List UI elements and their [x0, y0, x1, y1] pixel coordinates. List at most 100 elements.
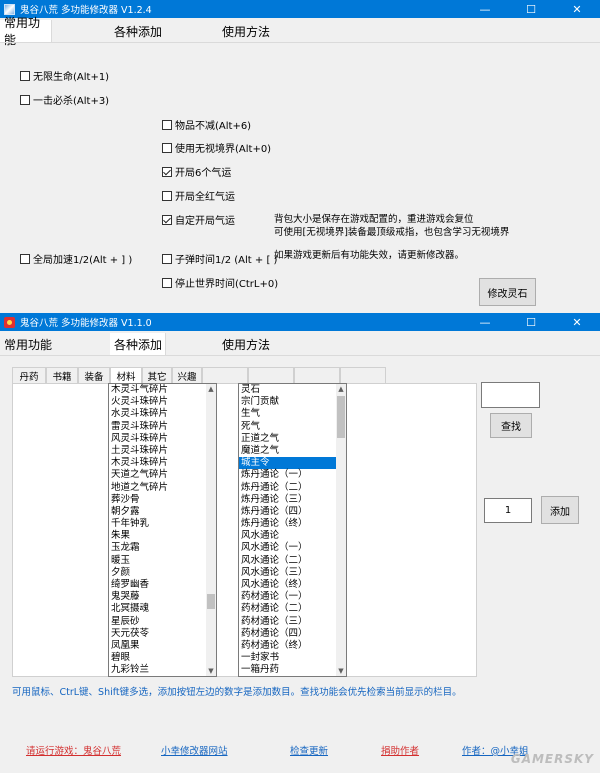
checkbox[interactable]	[20, 70, 30, 81]
modify-spirit-stone-button[interactable]: 修改灵石	[479, 278, 536, 306]
list-item[interactable]: 朝夕露	[109, 506, 216, 518]
list-item[interactable]: 土灵斗珠碎片	[109, 445, 216, 457]
checkbox[interactable]	[20, 94, 30, 105]
list-item[interactable]: 凤凰果	[109, 640, 216, 652]
list-item[interactable]: 灵石	[239, 384, 346, 396]
option-all-red-fortunes[interactable]: 开局全红气运	[162, 188, 235, 203]
search-input[interactable]	[481, 382, 540, 408]
list-item[interactable]: 风水通论	[239, 530, 346, 542]
scroll-up-icon[interactable]: ▲	[206, 384, 216, 394]
list-item[interactable]: 一箱丹药	[239, 664, 346, 676]
add-button[interactable]: 添加	[541, 496, 579, 524]
others-list[interactable]: 灵石 宗门贡献 生气 死气 正道之气 魔道之气 城主令 炼丹通论（一） 炼丹通论（二） 炼丹通论（…	[238, 383, 347, 677]
list-item[interactable]: 城主令	[239, 457, 346, 470]
option-six-fortunes[interactable]: 开局6个气运	[162, 164, 231, 179]
list-item[interactable]: 正道之气	[239, 433, 346, 445]
list-item[interactable]: 药材通论（终）	[239, 640, 346, 652]
list-item[interactable]: 千年钟乳	[109, 518, 216, 530]
list-item[interactable]: 炼丹通论（二）	[239, 482, 346, 494]
option-ignore-realm[interactable]: 使用无视境界(Alt+0)	[162, 140, 271, 155]
list-item[interactable]: 炼丹通论（终）	[239, 518, 346, 530]
subtab-pills[interactable]: 丹药	[12, 367, 46, 383]
list-item[interactable]: 地道之气碎片	[109, 482, 216, 494]
option-items-no-decrease[interactable]: 物品不减(Alt+6)	[162, 117, 251, 132]
list-item[interactable]: 雷灵斗珠碎片	[109, 421, 216, 433]
quantity-input[interactable]: 1	[484, 498, 532, 523]
list-item[interactable]: 风水通论（三）	[239, 567, 346, 579]
list-item[interactable]: 宗门贡献	[239, 396, 346, 408]
minimize-icon[interactable]: —	[462, 0, 508, 18]
list-item[interactable]: 魔道之气	[239, 445, 346, 457]
option-stop-world-time[interactable]: 停止世界时间(CtrL+0)	[162, 275, 278, 290]
list-item[interactable]: 水灵斗珠碎片	[109, 408, 216, 420]
list-item[interactable]: 一封家书	[239, 652, 346, 664]
list-item[interactable]: 风水通论（终）	[239, 579, 346, 591]
list-item[interactable]: 朱果	[109, 530, 216, 542]
list-item[interactable]: 绮罗幽香	[109, 579, 216, 591]
option-custom-fortunes[interactable]: 自定开局气运	[162, 212, 235, 227]
list-item[interactable]: 风灵斗珠碎片	[109, 433, 216, 445]
search-button[interactable]: 查找	[490, 413, 532, 438]
checkbox[interactable]	[162, 190, 172, 201]
scroll-up-icon[interactable]: ▲	[336, 384, 346, 394]
list-item[interactable]: 死气	[239, 421, 346, 433]
scroll-thumb[interactable]	[337, 396, 345, 438]
checkbox[interactable]	[162, 253, 172, 264]
tab-common[interactable]: 常用功能	[0, 16, 52, 47]
list-item[interactable]: 风水通论（二）	[239, 555, 346, 567]
maximize-icon[interactable]: ☐	[508, 0, 554, 18]
option-one-hit-kill[interactable]: 一击必杀(Alt+3)	[20, 92, 109, 107]
checkbox[interactable]	[162, 277, 172, 288]
list-item[interactable]: 炼丹通论（四）	[239, 506, 346, 518]
scroll-down-icon[interactable]: ▼	[206, 666, 216, 676]
tab-usage[interactable]: 使用方法	[218, 333, 278, 355]
list-item[interactable]: 药材通论（三）	[239, 616, 346, 628]
materials-list[interactable]: 木灵斗气碎片 火灵斗珠碎片 水灵斗珠碎片 雷灵斗珠碎片 风灵斗珠碎片 土灵斗珠碎片 木灵斗珠…	[108, 383, 217, 677]
donate-link[interactable]: 捐助作者	[381, 743, 419, 757]
list-item[interactable]: 九彩铃兰	[109, 664, 216, 676]
list-item[interactable]: 碧眼	[109, 652, 216, 664]
subtab-equipment[interactable]: 装备	[78, 367, 110, 383]
list-item[interactable]: 鬼哭藤	[109, 591, 216, 603]
scroll-thumb[interactable]	[207, 594, 215, 609]
close-icon[interactable]: ✕	[554, 0, 600, 18]
tab-add[interactable]: 各种添加	[110, 20, 170, 42]
checkbox[interactable]	[20, 253, 30, 264]
subtab-books[interactable]: 书籍	[46, 367, 78, 383]
checkbox-checked[interactable]	[162, 214, 172, 225]
check-update-link[interactable]: 检查更新	[290, 743, 328, 757]
list-item[interactable]: 北冥摄魂	[109, 603, 216, 615]
list-item[interactable]: 药材通论（一）	[239, 591, 346, 603]
option-global-speed[interactable]: 全局加速1/2(Alt + ] )	[20, 251, 132, 266]
list-item[interactable]: 暖玉	[109, 555, 216, 567]
maximize-icon[interactable]: ☐	[508, 313, 554, 331]
website-link[interactable]: 小幸修改器网站	[161, 743, 228, 757]
close-icon[interactable]: ✕	[554, 313, 600, 331]
list-item[interactable]: 夕颜	[109, 567, 216, 579]
list-item[interactable]: 火灵斗珠碎片	[109, 396, 216, 408]
list-item[interactable]: 葬沙骨	[109, 494, 216, 506]
title-bar[interactable]: 鬼谷八荒 多功能修改器 V1.2.4 — ☐ ✕	[0, 0, 600, 18]
checkbox-checked[interactable]	[162, 166, 172, 177]
checkbox[interactable]	[162, 119, 172, 130]
list-item[interactable]: 风水通论（一）	[239, 542, 346, 554]
tab-add[interactable]: 各种添加	[110, 333, 166, 355]
list-item[interactable]: 炼丹通论（一）	[239, 469, 346, 481]
subtab-others[interactable]: 其它	[142, 367, 172, 383]
title-bar[interactable]: 鬼谷八荒 多功能修改器 V1.1.0 — ☐ ✕	[0, 313, 600, 331]
game-status-link[interactable]: 请运行游戏：鬼谷八荒	[26, 743, 121, 757]
option-bullet-time[interactable]: 子弹时间1/2 (Alt + [ )	[162, 251, 277, 266]
list-item[interactable]: 生气	[239, 408, 346, 420]
checkbox[interactable]	[162, 142, 172, 153]
list-item[interactable]: 木灵斗气碎片	[109, 384, 216, 396]
list-item[interactable]: 天元茯苓	[109, 628, 216, 640]
minimize-icon[interactable]: —	[462, 313, 508, 331]
list-item[interactable]: 天道之气碎片	[109, 469, 216, 481]
materials-scrollbar[interactable]: ▲ ▼	[206, 384, 216, 676]
subtab-materials[interactable]: 材料	[110, 367, 142, 384]
list-item[interactable]: 炼丹通论（三）	[239, 494, 346, 506]
option-infinite-life[interactable]: 无限生命(Alt+1)	[20, 68, 109, 83]
list-item[interactable]: 星辰砂	[109, 616, 216, 628]
scroll-down-icon[interactable]: ▼	[336, 666, 346, 676]
list-item[interactable]: 玉龙霜	[109, 542, 216, 554]
